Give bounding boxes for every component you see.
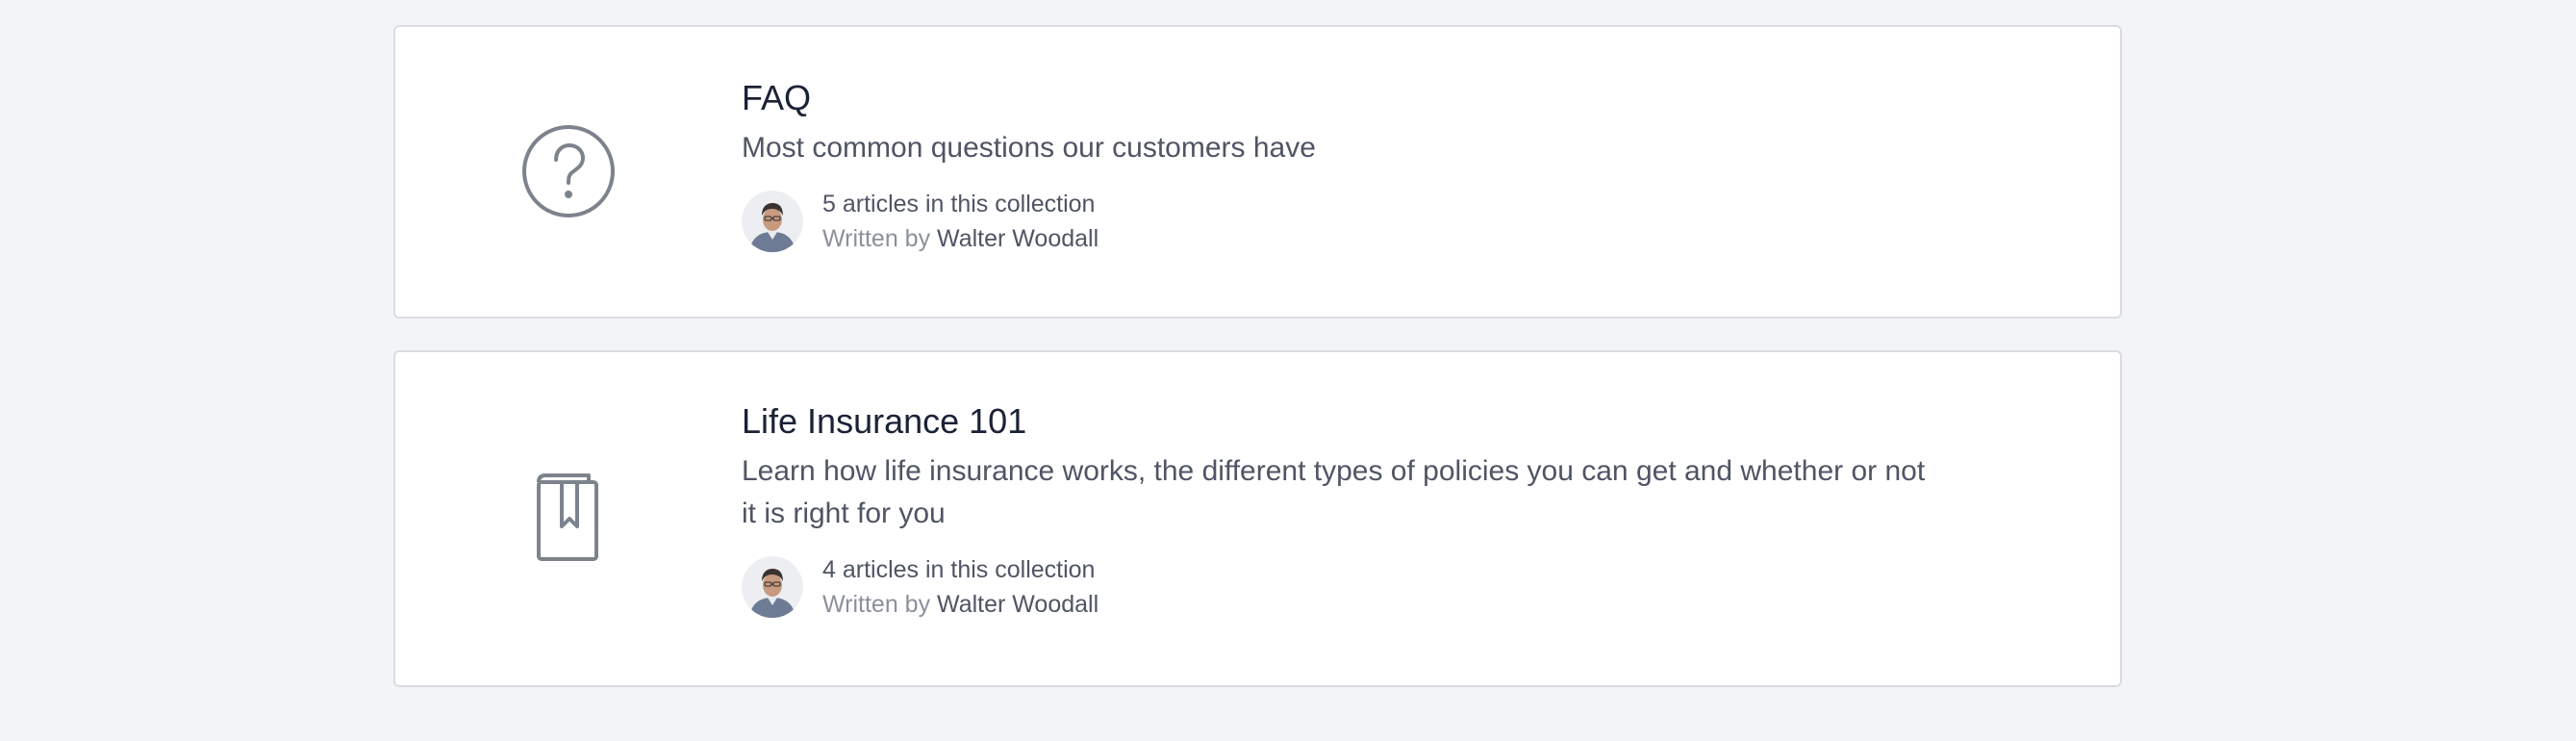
article-count: 5 articles in this collection (822, 191, 1096, 217)
collection-card-life-insurance[interactable]: Life Insurance 101 Learn how life insura… (393, 350, 2122, 687)
written-by-label: Written by (822, 591, 931, 618)
collection-description: Learn how life insurance works, the diff… (742, 455, 1926, 529)
author-avatar (742, 191, 803, 252)
author-line: Written by Walter Woodall (822, 587, 1099, 622)
collection-card-faq[interactable]: FAQ Most common questions our customers … (393, 25, 2122, 319)
collection-text: FAQ Most common questions our customers … (742, 77, 1947, 256)
article-count: 4 articles in this collection (822, 556, 1096, 583)
collection-title[interactable]: FAQ (742, 77, 1947, 119)
bookmark-book-icon (520, 468, 617, 564)
collection-description: Most common questions our customers have (742, 132, 1316, 164)
collection-meta: 4 articles in this collection Written by… (742, 552, 1947, 622)
collection-meta-lines: 4 articles in this collection Written by… (822, 552, 1099, 622)
author-name: Walter Woodall (937, 591, 1099, 618)
written-by-label: Written by (822, 225, 931, 252)
collection-text: Life Insurance 101 Learn how life insura… (742, 400, 1947, 622)
author-avatar (742, 556, 803, 618)
collection-title[interactable]: Life Insurance 101 (742, 400, 1947, 443)
author-name: Walter Woodall (937, 225, 1099, 252)
collection-meta: 5 articles in this collection Written by… (742, 187, 1947, 256)
author-line: Written by Walter Woodall (822, 221, 1099, 256)
collection-meta-lines: 5 articles in this collection Written by… (822, 187, 1099, 256)
question-circle-icon (520, 123, 617, 219)
